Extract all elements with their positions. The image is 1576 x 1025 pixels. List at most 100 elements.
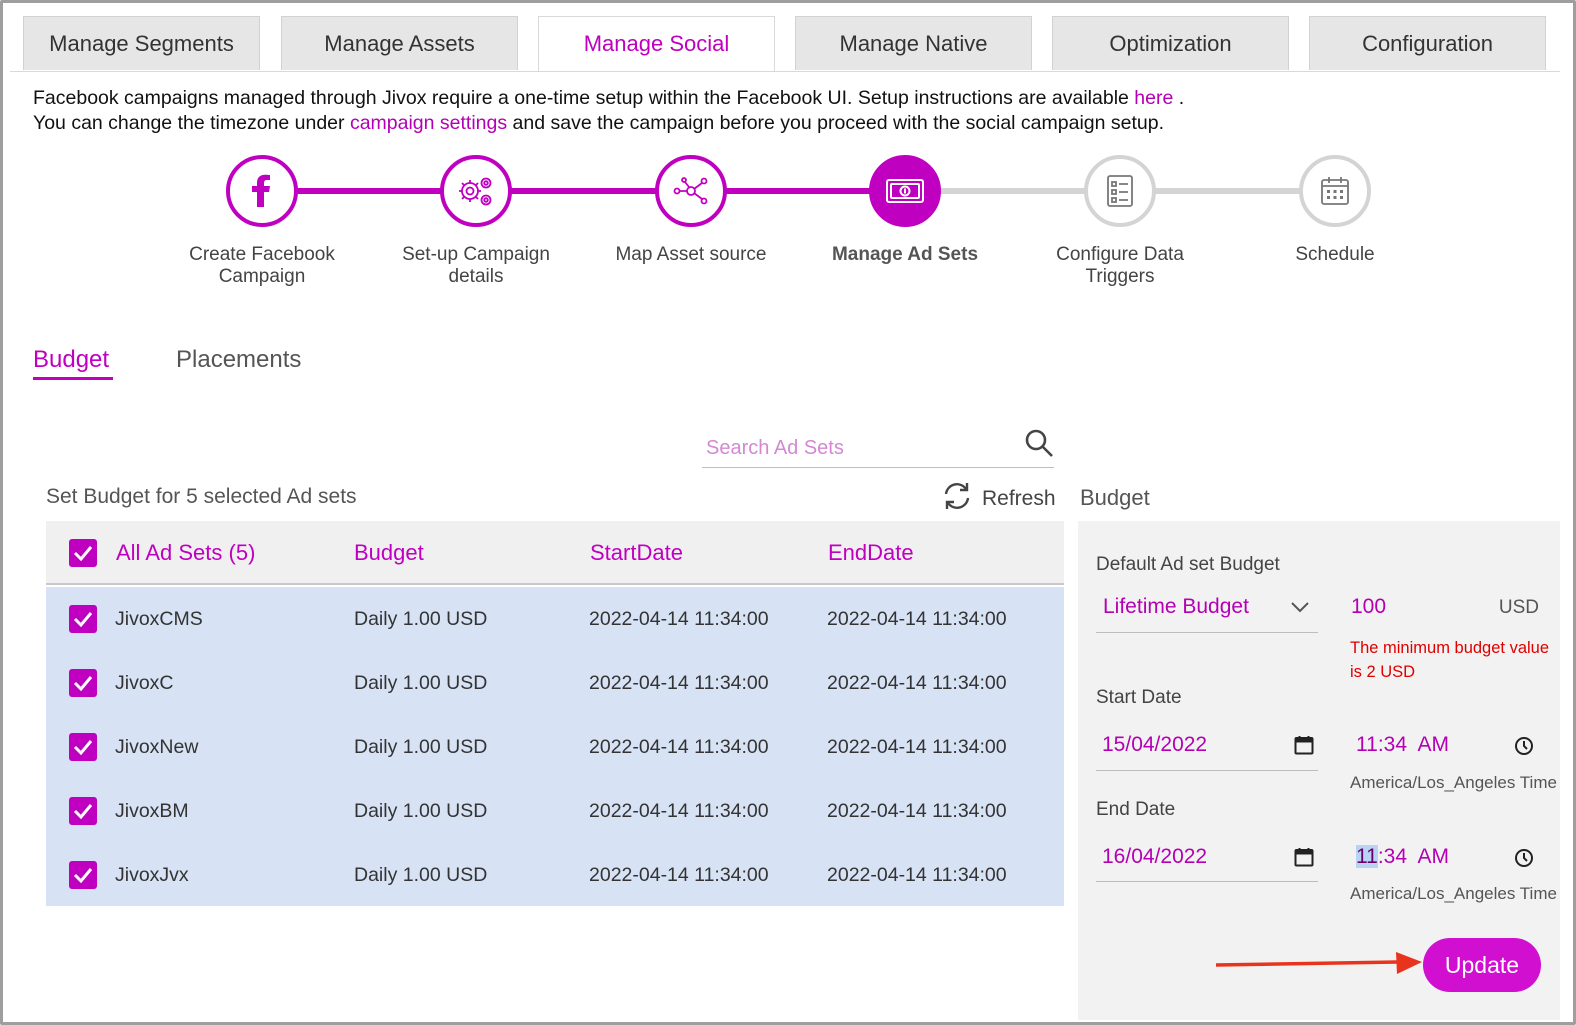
setup-stepper: Create Facebook Campaign Set-up Campaign d…	[0, 150, 1576, 310]
start-time-value: 11:34 AM	[1356, 733, 1449, 757]
main-tabs: Manage Segments Manage Assets Manage Soc…	[10, 16, 1560, 72]
step-label: Configure Data	[1056, 244, 1184, 265]
intro-line1: Facebook campaigns managed through Jivox…	[33, 87, 1135, 109]
start-date-label: Start Date	[1096, 687, 1182, 708]
tab-optimization[interactable]: Optimization	[1052, 16, 1289, 70]
subtab-budget[interactable]: Budget	[33, 346, 109, 374]
start-time-input[interactable]: 11:34 AM	[1350, 725, 1540, 771]
ad-set-start: 2022-04-14 11:34:00	[589, 799, 769, 822]
calendar-icon[interactable]	[1294, 847, 1314, 872]
field-underline	[1096, 632, 1318, 633]
clock-icon[interactable]	[1514, 736, 1534, 761]
end-date-value: 16/04/2022	[1102, 845, 1208, 868]
ad-set-budget: Daily 1.00 USD	[354, 607, 488, 630]
table-row[interactable]: JivoxC Daily 1.00 USD 2022-04-14 11:34:0…	[46, 651, 1064, 715]
start-time-minutes: :34 AM	[1377, 733, 1450, 756]
intro-line2: You can change the timezone under	[33, 112, 350, 134]
ad-set-budget: Daily 1.00 USD	[354, 735, 488, 758]
money-icon[interactable]	[869, 155, 941, 227]
budget-currency: USD	[1498, 597, 1539, 618]
header-end-date[interactable]: EndDate	[828, 521, 914, 585]
step-create-facebook-campaign[interactable]: Create Facebook Campaign	[167, 155, 357, 288]
ad-set-end: 2022-04-14 11:34:00	[827, 735, 1007, 758]
ad-set-budget: Daily 1.00 USD	[354, 799, 488, 822]
refresh-label: Refresh	[982, 487, 1056, 510]
end-time-minutes: :34 AM	[1377, 845, 1450, 868]
ad-sets-table: All Ad Sets (5) Budget StartDate EndDate…	[46, 521, 1064, 906]
budget-amount-value: 100	[1351, 595, 1387, 618]
facebook-icon[interactable]	[226, 155, 298, 227]
step-configure-data-triggers[interactable]: Configure Data Triggers	[1025, 155, 1215, 288]
step-label: Campaign	[218, 266, 306, 287]
ad-set-budget: Daily 1.00 USD	[354, 671, 488, 694]
chevron-down-icon	[1290, 600, 1310, 619]
start-date-value: 15/04/2022	[1102, 733, 1208, 756]
update-button[interactable]: Update	[1423, 938, 1541, 992]
table-row[interactable]: JivoxJvx Daily 1.00 USD 2022-04-14 11:34…	[46, 843, 1064, 907]
table-title: Set Budget for 5 selected Ad sets	[46, 485, 357, 508]
tab-configuration[interactable]: Configuration	[1309, 16, 1546, 70]
end-time-input[interactable]: 11:34 AM	[1350, 836, 1540, 882]
calendar-icon[interactable]	[1294, 735, 1314, 760]
intro-line2-end: and save the campaign before you proceed…	[507, 112, 1165, 134]
search-ad-sets	[702, 425, 1054, 468]
header-budget[interactable]: Budget	[354, 521, 424, 585]
default-budget-label: Default Ad set Budget	[1096, 554, 1280, 575]
ad-set-end: 2022-04-14 11:34:00	[827, 607, 1007, 630]
table-header: All Ad Sets (5) Budget StartDate EndDate	[46, 521, 1064, 585]
step-label: Schedule	[1295, 244, 1375, 265]
tab-manage-native[interactable]: Manage Native	[795, 16, 1032, 70]
tab-manage-social[interactable]: Manage Social	[538, 16, 775, 71]
search-input[interactable]	[706, 433, 1006, 463]
intro-line1-end: .	[1173, 87, 1185, 109]
intro-text: Facebook campaigns managed through Jivox…	[33, 86, 1184, 136]
step-label: Manage Ad Sets	[831, 244, 979, 265]
calendar-icon[interactable]	[1299, 155, 1371, 227]
field-underline	[1096, 770, 1318, 771]
row-checkbox[interactable]	[69, 797, 97, 825]
step-map-asset-source[interactable]: Map Asset source	[596, 155, 786, 266]
row-checkbox[interactable]	[69, 861, 97, 889]
search-icon[interactable]	[1024, 428, 1054, 458]
budget-type-select[interactable]: Lifetime Budget	[1096, 588, 1318, 633]
ad-set-end: 2022-04-14 11:34:00	[827, 671, 1007, 694]
field-underline	[1096, 881, 1318, 882]
ad-set-budget: Daily 1.00 USD	[354, 863, 488, 886]
header-start-date[interactable]: StartDate	[590, 521, 683, 585]
tab-manage-assets[interactable]: Manage Assets	[281, 16, 518, 70]
select-all-checkbox[interactable]	[69, 539, 97, 567]
step-label: details	[448, 266, 504, 287]
step-setup-campaign-details[interactable]: Set-up Campaign details	[381, 155, 571, 288]
end-date-input[interactable]: 16/04/2022	[1096, 836, 1318, 882]
ad-set-start: 2022-04-14 11:34:00	[589, 671, 769, 694]
start-date-input[interactable]: 15/04/2022	[1096, 725, 1318, 771]
header-all-ad-sets[interactable]: All Ad Sets (5)	[116, 521, 255, 585]
table-row[interactable]: JivoxNew Daily 1.00 USD 2022-04-14 11:34…	[46, 715, 1064, 779]
annotation-arrow-icon	[1215, 952, 1422, 974]
ad-set-start: 2022-04-14 11:34:00	[589, 607, 769, 630]
tab-manage-segments[interactable]: Manage Segments	[23, 16, 260, 70]
setup-instructions-link[interactable]: here	[1134, 87, 1173, 109]
ad-set-start: 2022-04-14 11:34:00	[589, 863, 769, 886]
table-row[interactable]: JivoxBM Daily 1.00 USD 2022-04-14 11:34:…	[46, 779, 1064, 843]
network-icon[interactable]	[655, 155, 727, 227]
end-time-hour-selected: 11	[1356, 845, 1378, 868]
row-checkbox[interactable]	[69, 669, 97, 697]
ad-set-name: JivoxBM	[115, 799, 189, 822]
budget-amount-input[interactable]: 100 USD	[1345, 588, 1545, 632]
refresh-button[interactable]: Refresh	[940, 483, 1056, 514]
gears-icon[interactable]	[440, 155, 512, 227]
table-row[interactable]: JivoxCMS Daily 1.00 USD 2022-04-14 11:34…	[46, 587, 1064, 651]
campaign-settings-link[interactable]: campaign settings	[350, 112, 507, 134]
start-timezone: America/Los_Angeles Time	[1350, 773, 1557, 792]
subtab-placements[interactable]: Placements	[176, 346, 301, 374]
end-timezone: America/Los_Angeles Time	[1350, 884, 1557, 903]
step-schedule[interactable]: Schedule	[1240, 155, 1430, 266]
checklist-icon[interactable]	[1084, 155, 1156, 227]
clock-icon[interactable]	[1514, 848, 1534, 873]
ad-set-start: 2022-04-14 11:34:00	[589, 735, 769, 758]
ad-set-name: JivoxC	[115, 671, 174, 694]
row-checkbox[interactable]	[69, 733, 97, 761]
step-manage-ad-sets[interactable]: Manage Ad Sets	[810, 155, 1000, 266]
row-checkbox[interactable]	[69, 605, 97, 633]
